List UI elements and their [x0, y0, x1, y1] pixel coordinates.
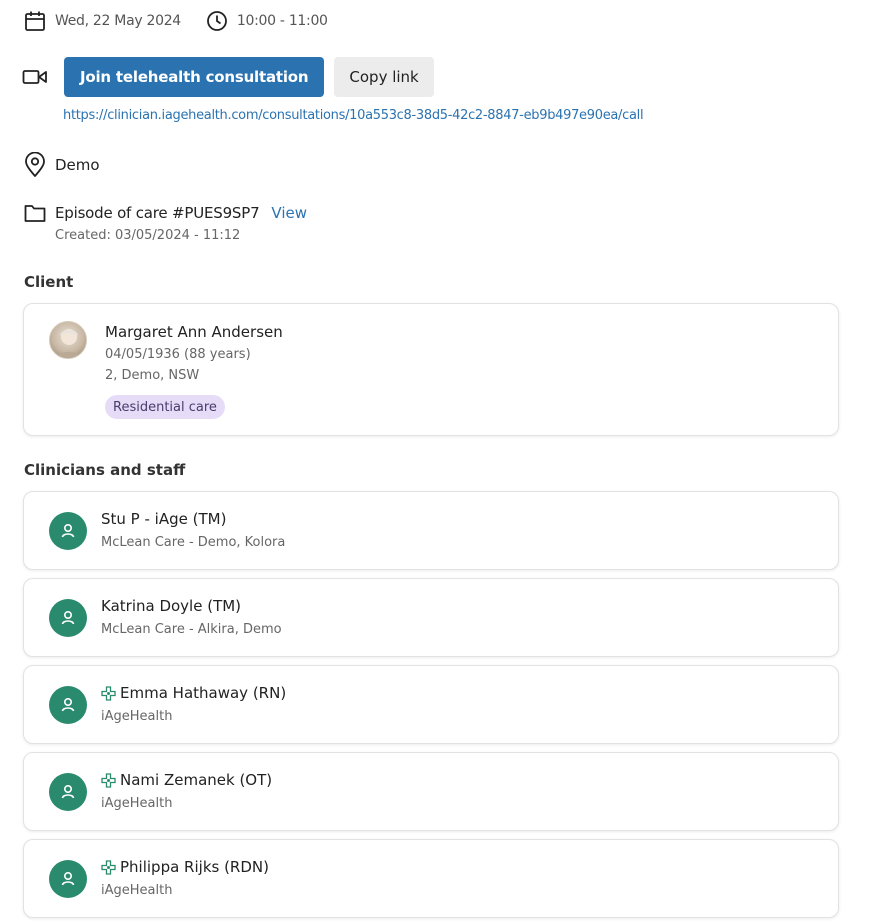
staff-name-row: Emma Hathaway (RN): [101, 684, 286, 702]
user-icon: [49, 773, 87, 811]
episode-label: Episode of care #PUES9SP7: [55, 204, 260, 222]
staff-org: iAgeHealth: [101, 709, 173, 724]
clock-icon: [206, 10, 228, 32]
staff-card[interactable]: Philippa Rijks (RDN) iAgeHealth: [23, 839, 839, 918]
staff-name: Emma Hathaway (RN): [120, 684, 287, 702]
copy-link-button[interactable]: Copy link: [334, 57, 434, 97]
staff-org: McLean Care - Demo, Kolora: [101, 535, 286, 550]
location-label: Demo: [55, 156, 100, 174]
location-row: Demo: [24, 152, 100, 178]
episode-row: Episode of care #PUES9SP7 View: [24, 201, 307, 225]
staff-name-row: Nami Zemanek (OT): [101, 771, 272, 789]
staff-name: Philippa Rijks (RDN): [120, 858, 269, 876]
client-address: 2, Demo, NSW: [105, 368, 200, 383]
episode-created: Created: 03/05/2024 - 11:12: [55, 228, 241, 243]
folder-icon: [24, 203, 46, 223]
client-card[interactable]: Margaret Ann Andersen 04/05/1936 (88 yea…: [23, 303, 839, 436]
staff-card[interactable]: Stu P - iAge (TM) McLean Care - Demo, Ko…: [23, 491, 839, 570]
staff-org: McLean Care - Alkira, Demo: [101, 622, 282, 637]
staff-name: Katrina Doyle (TM): [101, 597, 242, 615]
appointment-time: 10:00 - 11:00: [236, 13, 328, 29]
staff-card[interactable]: Katrina Doyle (TM) McLean Care - Alkira,…: [23, 578, 839, 657]
client-name: Margaret Ann Andersen: [105, 323, 283, 341]
staff-name: Stu P - iAge (TM): [101, 510, 227, 528]
staff-name-row: Philippa Rijks (RDN): [101, 858, 269, 876]
client-section-title: Client: [24, 273, 74, 291]
appointment-datetime: Wed, 22 May 2024 10:00 - 11:00: [24, 9, 328, 33]
care-type-badge: Residential care: [105, 395, 225, 419]
user-icon: [49, 860, 87, 898]
video-icon: [22, 67, 48, 87]
staff-section-title: Clinicians and staff: [24, 461, 186, 479]
join-telehealth-button[interactable]: Join telehealth consultation: [64, 57, 325, 97]
org-cross-icon: [101, 772, 116, 788]
calendar-icon: [24, 10, 46, 32]
staff-org: iAgeHealth: [101, 883, 173, 898]
episode-view-link[interactable]: View: [271, 204, 307, 222]
staff-name: Nami Zemanek (OT): [120, 771, 273, 789]
consultation-call-link[interactable]: https://clinician.iagehealth.com/consult…: [63, 108, 644, 123]
user-icon: [49, 599, 87, 637]
telehealth-row: Join telehealth consultation Copy link: [22, 57, 434, 97]
user-icon: [49, 512, 87, 550]
staff-org: iAgeHealth: [101, 796, 173, 811]
org-cross-icon: [101, 859, 116, 875]
client-dob: 04/05/1936 (88 years): [105, 347, 251, 362]
client-avatar: [49, 321, 87, 359]
staff-card[interactable]: Nami Zemanek (OT) iAgeHealth: [23, 752, 839, 831]
appointment-date: Wed, 22 May 2024: [55, 13, 181, 29]
user-icon: [49, 686, 87, 724]
location-pin-icon: [24, 152, 46, 178]
staff-card[interactable]: Emma Hathaway (RN) iAgeHealth: [23, 665, 839, 744]
org-cross-icon: [101, 685, 116, 701]
